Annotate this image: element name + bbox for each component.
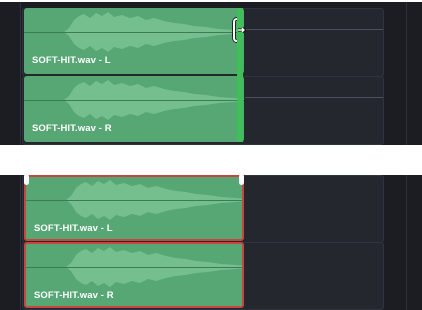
clip-handle-icon[interactable] <box>24 175 29 185</box>
volume-line[interactable] <box>245 29 383 30</box>
clip-label: SOFT-HIT.wav - L <box>34 223 113 234</box>
clip-label: SOFT-HIT.wav - R <box>32 123 112 134</box>
audio-clip-l[interactable]: SOFT-HIT.wav - L <box>24 8 244 74</box>
clip-label: SOFT-HIT.wav - L <box>32 55 111 66</box>
waveform-center-line <box>24 32 244 33</box>
timeline-panel-bottom: SOFT-HIT.wav - L SOFT-HIT.wav - R <box>0 175 422 310</box>
clip-handle-icon[interactable] <box>239 175 244 185</box>
waveform-center-line <box>26 267 242 268</box>
timeline-panel-top: SOFT-HIT.wav - L SOFT-HIT.wav - R <box>0 2 422 145</box>
trim-cursor-icon <box>232 17 247 43</box>
timeline-divider <box>20 175 21 310</box>
timeline-divider <box>406 175 407 310</box>
clip-label: SOFT-HIT.wav - R <box>34 290 114 301</box>
volume-line[interactable] <box>245 97 383 98</box>
audio-clip-l[interactable]: SOFT-HIT.wav - L <box>24 175 244 241</box>
waveform-center-line <box>24 100 244 101</box>
timeline-divider <box>406 2 407 145</box>
timeline-divider <box>20 2 21 145</box>
waveform-center-line <box>26 200 242 201</box>
audio-clip-r[interactable]: SOFT-HIT.wav - R <box>24 76 244 142</box>
audio-clip-r[interactable]: SOFT-HIT.wav - R <box>24 242 244 308</box>
